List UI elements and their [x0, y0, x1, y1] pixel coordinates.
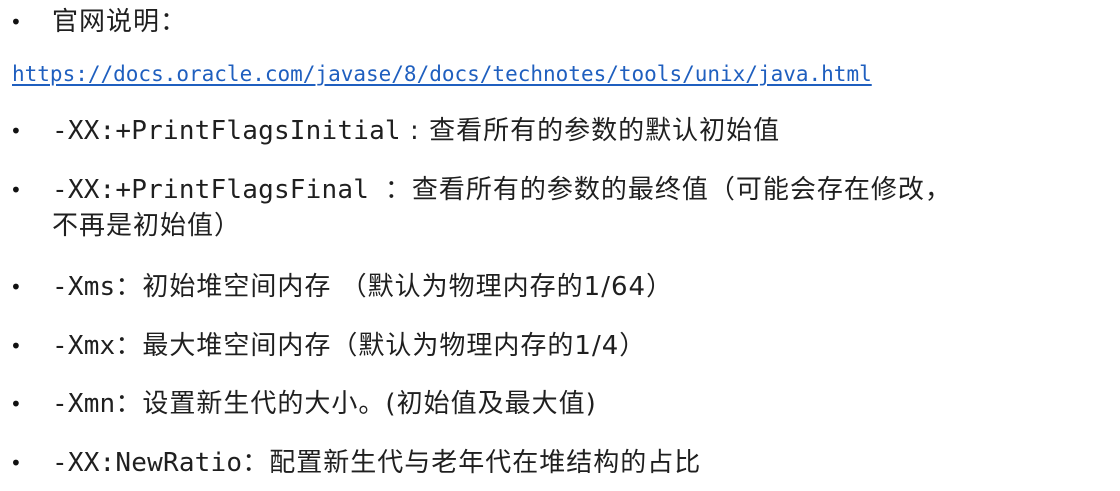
bullet: • — [10, 392, 22, 416]
print-flags-initial-option: -XX:+PrintFlagsInitial — [52, 116, 401, 146]
xms-description: ：初始堆空间内存 （默认为物理内存的1/64） — [115, 272, 674, 302]
xmn-description: ：设置新生代的大小。(初始值及最大值) — [115, 389, 597, 419]
xmx-option: -Xmx — [52, 331, 116, 361]
java-docs-link[interactable]: https://docs.oracle.com/javase/8/docs/te… — [12, 58, 872, 90]
bullet: • — [10, 119, 22, 143]
official-docs-label: 官网说明： — [52, 7, 188, 37]
print-flags-final-description-continued: 不再是初始值） — [52, 211, 242, 241]
bullet: • — [10, 275, 22, 299]
xms-option: -Xms — [52, 272, 116, 302]
xmx-description: ：最大堆空间内存（默认为物理内存的1/4） — [115, 331, 647, 361]
print-flags-initial-description: : 查看所有的参数的默认初始值 — [400, 116, 781, 146]
print-flags-final-option: -XX:+PrintFlagsFinal — [52, 175, 385, 205]
document-page: • 官网说明： https://docs.oracle.com/javase/8… — [0, 0, 1120, 491]
xmn-option: -Xmn — [52, 389, 116, 419]
print-flags-final-description: ：查看所有的参数的最终值（可能会存在修改， — [384, 175, 952, 205]
bullet: • — [10, 334, 22, 358]
bullet: • — [10, 178, 22, 202]
bullet: • — [10, 451, 22, 475]
new-ratio-option: -XX:NewRatio — [52, 448, 243, 478]
new-ratio-description: ：配置新生代与老年代在堆结构的占比 — [242, 448, 702, 478]
bullet: • — [10, 10, 22, 34]
